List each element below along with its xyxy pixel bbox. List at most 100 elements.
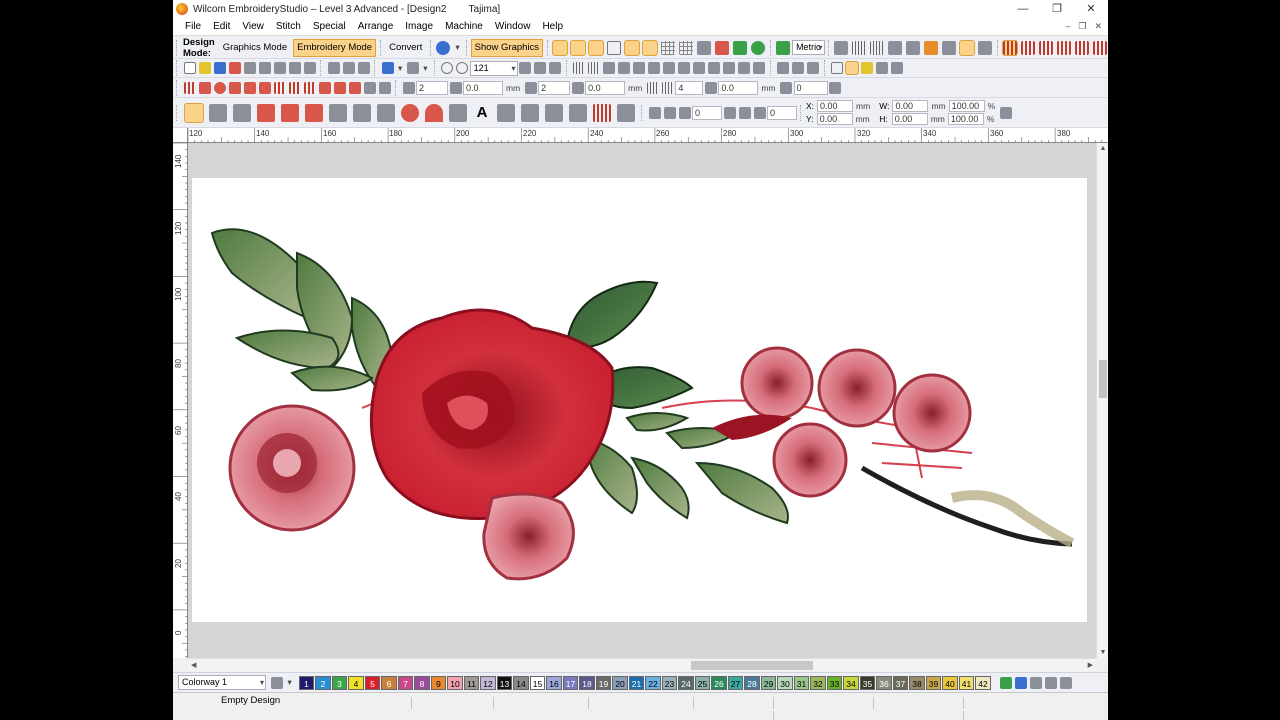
stitch-zigzag-icon[interactable] [288, 81, 301, 94]
color-swatch[interactable]: 27 [727, 675, 744, 690]
add-color-icon[interactable] [999, 676, 1012, 689]
cut-icon[interactable] [327, 62, 340, 74]
doc-minimize-button[interactable]: – [1065, 21, 1070, 32]
x-position-input[interactable]: 0.00 [817, 100, 854, 112]
color-swatch[interactable]: 18 [579, 675, 595, 690]
outline-tool-icon[interactable] [569, 103, 587, 122]
stitch-length-icon[interactable] [704, 81, 717, 94]
mirror-vertical-icon[interactable] [663, 106, 676, 119]
show-stitches-icon[interactable] [552, 39, 569, 56]
height-input[interactable]: 0.00 [891, 113, 928, 125]
select-object-icon[interactable] [573, 62, 586, 74]
show-background-icon[interactable] [697, 40, 712, 55]
save-icon[interactable] [213, 62, 226, 74]
align-left-icon[interactable] [648, 62, 661, 74]
color-swatch[interactable]: 9 [430, 675, 447, 690]
stitch-shadow-icon[interactable] [333, 81, 346, 94]
color-swatch[interactable]: 26 [711, 675, 727, 690]
menu-view[interactable]: View [236, 18, 270, 36]
zoom-selected-icon[interactable] [534, 62, 547, 74]
settings-icon[interactable] [833, 40, 848, 55]
color-swatch[interactable]: 41 [958, 675, 975, 690]
color-swatch[interactable]: 5 [364, 675, 381, 690]
align-bottom-icon[interactable] [723, 62, 736, 74]
color-swatch[interactable]: 34 [843, 675, 859, 690]
color-swatch[interactable]: 3 [331, 675, 348, 690]
print-icon[interactable] [258, 62, 271, 74]
clear-icon[interactable] [829, 81, 842, 94]
show-bitmap-icon[interactable] [642, 39, 659, 56]
menu-window[interactable]: Window [489, 18, 537, 36]
stitch-triangle-icon[interactable] [243, 81, 256, 94]
new-file-icon[interactable] [183, 62, 196, 74]
scroll-right-icon[interactable]: ▶ [1088, 659, 1093, 672]
stitch-bead-icon[interactable] [378, 81, 391, 94]
zoom-1-1-icon[interactable] [549, 62, 562, 74]
stitch-type-program-split-icon[interactable] [1056, 40, 1071, 55]
lock-object-icon[interactable] [876, 62, 889, 74]
color-swatch[interactable]: 39 [925, 675, 942, 690]
stitch-type-motif-icon[interactable] [1038, 40, 1053, 55]
rotate-right-icon[interactable] [738, 106, 751, 119]
offset-input[interactable]: 2 [538, 80, 571, 95]
zoom-level-dropdown[interactable]: 121 [469, 60, 518, 76]
thread-chart-icon[interactable] [905, 40, 920, 55]
rotate-angle-input[interactable]: 0 [692, 105, 722, 120]
set-color-icon[interactable] [1014, 676, 1027, 689]
show-connectors-icon[interactable] [607, 40, 622, 55]
vertical-scroll-thumb[interactable] [1099, 360, 1107, 398]
remove-overlaps-icon[interactable] [617, 103, 635, 122]
menu-edit[interactable]: Edit [207, 18, 236, 36]
toolbar-grip[interactable] [430, 39, 432, 56]
make-same-width-icon[interactable] [777, 62, 790, 74]
redo-icon[interactable] [406, 62, 419, 74]
color-swatch[interactable]: 8 [414, 675, 430, 690]
horizontal-scroll-thumb[interactable] [691, 661, 813, 670]
menu-image[interactable]: Image [399, 18, 439, 36]
color-film-icon[interactable] [271, 676, 283, 689]
toolbar-grip[interactable] [827, 39, 829, 56]
node-spacing-icon[interactable] [661, 81, 674, 94]
print-colors-icon[interactable] [1029, 676, 1042, 689]
send-to-machine-icon[interactable] [288, 62, 301, 74]
hoop-send-icon[interactable] [303, 62, 316, 74]
color-swatch[interactable]: 4 [348, 675, 364, 690]
repeat-icon[interactable] [780, 81, 793, 94]
show-functions-icon[interactable] [624, 39, 641, 56]
show-hoop-icon[interactable] [679, 40, 694, 55]
scroll-left-icon[interactable]: ◀ [191, 659, 196, 672]
color-swatch[interactable]: 10 [447, 675, 463, 690]
proportional-lock-icon[interactable] [999, 106, 1012, 119]
color-swatch[interactable]: 42 [975, 675, 991, 690]
align-right-icon[interactable] [678, 62, 691, 74]
color-swatch[interactable]: 1 [298, 675, 315, 690]
color-swatch[interactable]: 30 [777, 675, 793, 690]
colorway-dropdown[interactable]: Colorway 1 [178, 675, 266, 690]
embroidery-artwork[interactable] [192, 178, 1087, 622]
color-menu-icon[interactable] [1059, 676, 1072, 689]
circle-icon[interactable] [401, 103, 419, 122]
toolbar-grip[interactable] [996, 39, 998, 56]
group-icon[interactable] [603, 62, 616, 74]
auto-split-icon[interactable] [402, 81, 415, 94]
restore-button[interactable]: ❐ [1040, 0, 1074, 18]
checkbox-icon[interactable] [831, 62, 844, 74]
scroll-down-icon[interactable]: ▼ [1097, 649, 1108, 656]
y-position-input[interactable]: 0.00 [816, 113, 853, 125]
toolbar-grip[interactable] [823, 60, 827, 76]
color-swatch[interactable]: 7 [397, 675, 414, 690]
ungroup-icon[interactable] [618, 62, 631, 74]
stitch-cross-icon[interactable] [273, 81, 286, 94]
bookmark-icon[interactable] [977, 40, 992, 55]
reshape-icon[interactable] [209, 103, 227, 122]
zoom-icon[interactable] [441, 62, 454, 74]
toolbar-grip[interactable] [565, 60, 569, 76]
stitch-type-tatami-icon[interactable] [1020, 40, 1035, 55]
design-canvas[interactable] [192, 178, 1087, 622]
show-outlines-icon[interactable] [570, 39, 587, 56]
color-swatch[interactable]: 28 [744, 675, 760, 690]
lock-icon[interactable] [633, 62, 646, 74]
toolbar-grip[interactable] [800, 104, 803, 121]
monogram-icon[interactable] [497, 103, 515, 122]
color-swatch[interactable]: 20 [612, 675, 628, 690]
